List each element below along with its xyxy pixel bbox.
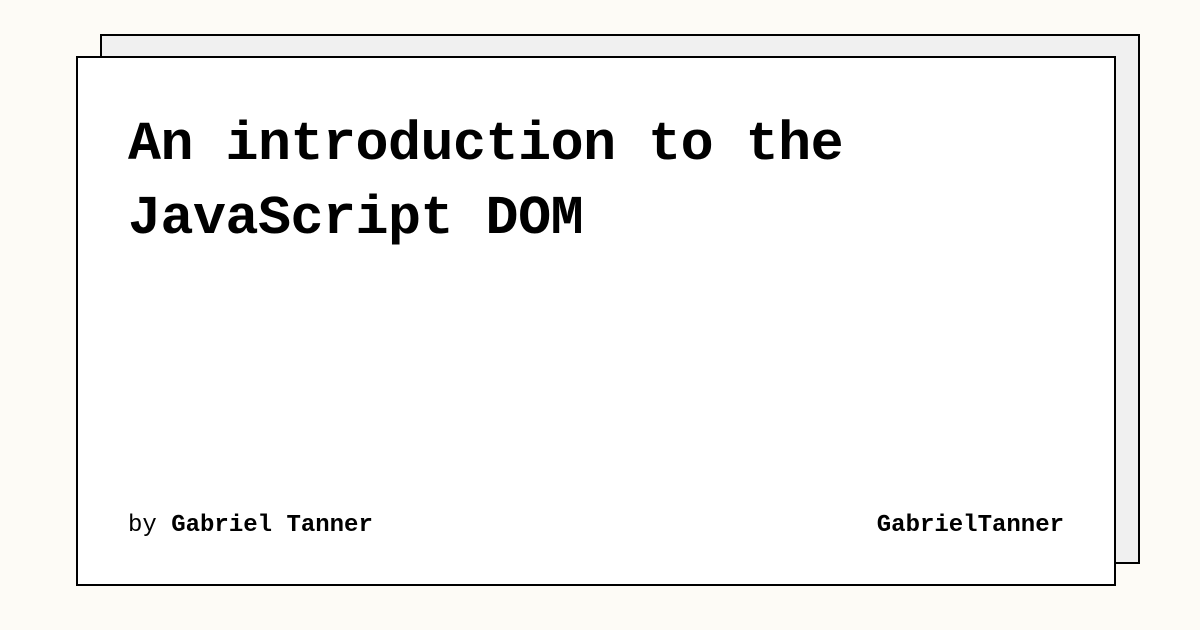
- site-name: GabrielTanner: [877, 512, 1064, 539]
- byline: by Gabriel Tanner: [128, 512, 373, 539]
- card-footer: by Gabriel Tanner GabrielTanner: [128, 512, 1064, 539]
- byline-prefix: by: [128, 512, 157, 539]
- article-title: An introduction to the JavaScript DOM: [128, 108, 1064, 257]
- byline-author: Gabriel Tanner: [171, 512, 373, 539]
- card-main: An introduction to the JavaScript DOM by…: [76, 56, 1116, 586]
